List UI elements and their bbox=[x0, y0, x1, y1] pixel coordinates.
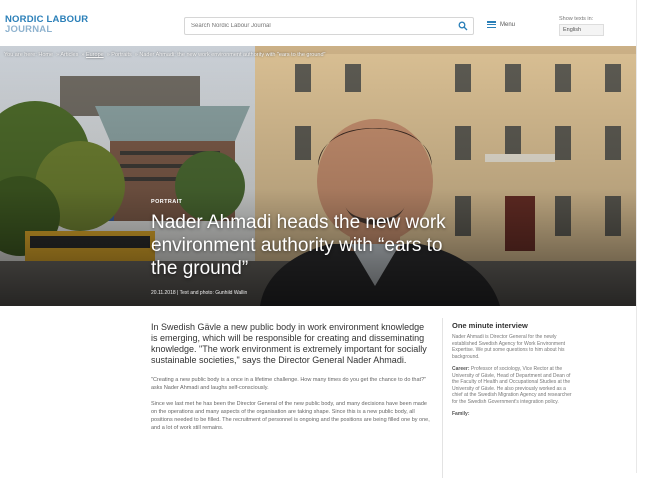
search-input[interactable] bbox=[191, 20, 441, 32]
breadcrumb-articles[interactable]: Articles bbox=[60, 52, 78, 58]
breadcrumb: You are here: Home» Articles» Europe» Po… bbox=[4, 52, 326, 58]
breadcrumb-home[interactable]: You are here: Home bbox=[4, 52, 53, 58]
fact-box-career: Career: Professor of sociology, Vice Rec… bbox=[452, 366, 572, 405]
article-meta: 20.11.2018 | Text and photo: Gunhild Wal… bbox=[151, 290, 248, 296]
language-selector: Show texts in: English bbox=[559, 16, 604, 36]
career-label: Career: bbox=[452, 366, 470, 372]
article-title: Nader Ahmadi heads the new work environm… bbox=[151, 212, 446, 279]
fact-box-title: One minute interview bbox=[452, 321, 528, 330]
breadcrumb-europe[interactable]: Europe bbox=[86, 52, 104, 58]
section-label[interactable]: PORTRAIT bbox=[151, 199, 182, 205]
menu-label: Menu bbox=[500, 21, 516, 28]
fact-box-family: Family: bbox=[452, 411, 572, 418]
hamburger-icon bbox=[487, 21, 496, 28]
career-text: Professor of sociology, Vice Rector at t… bbox=[452, 366, 572, 405]
logo-line-2: JOURNAL bbox=[5, 24, 53, 35]
article-paragraph: Since we last met he has been the Direct… bbox=[151, 401, 430, 431]
search-icon[interactable] bbox=[458, 21, 468, 31]
search-box bbox=[184, 17, 474, 35]
breadcrumb-portraits[interactable]: Portraits bbox=[111, 52, 131, 58]
article-paragraph: "Creating a new public body is a once in… bbox=[151, 377, 427, 391]
fact-box: One minute interview Nader Ahmadi is Dir… bbox=[442, 318, 572, 478]
menu-button[interactable]: Menu bbox=[487, 21, 515, 28]
fact-box-intro: Nader Ahmadi is Director General for the… bbox=[452, 334, 566, 360]
article-lead: In Swedish Gävle a new public body in wo… bbox=[151, 322, 427, 365]
language-label: Show texts in: bbox=[559, 16, 594, 22]
hero-image: You are here: Home» Articles» Europe» Po… bbox=[0, 46, 668, 306]
family-label: Family: bbox=[452, 411, 470, 417]
site-header: NORDIC LABOUR JOURNAL Menu Show texts in… bbox=[0, 0, 668, 46]
language-dropdown[interactable]: English bbox=[559, 24, 604, 36]
breadcrumb-current: Nader Ahmadi: the new work environment a… bbox=[139, 52, 326, 58]
site-logo[interactable]: NORDIC LABOUR JOURNAL bbox=[5, 15, 88, 35]
page-margin bbox=[636, 0, 668, 473]
